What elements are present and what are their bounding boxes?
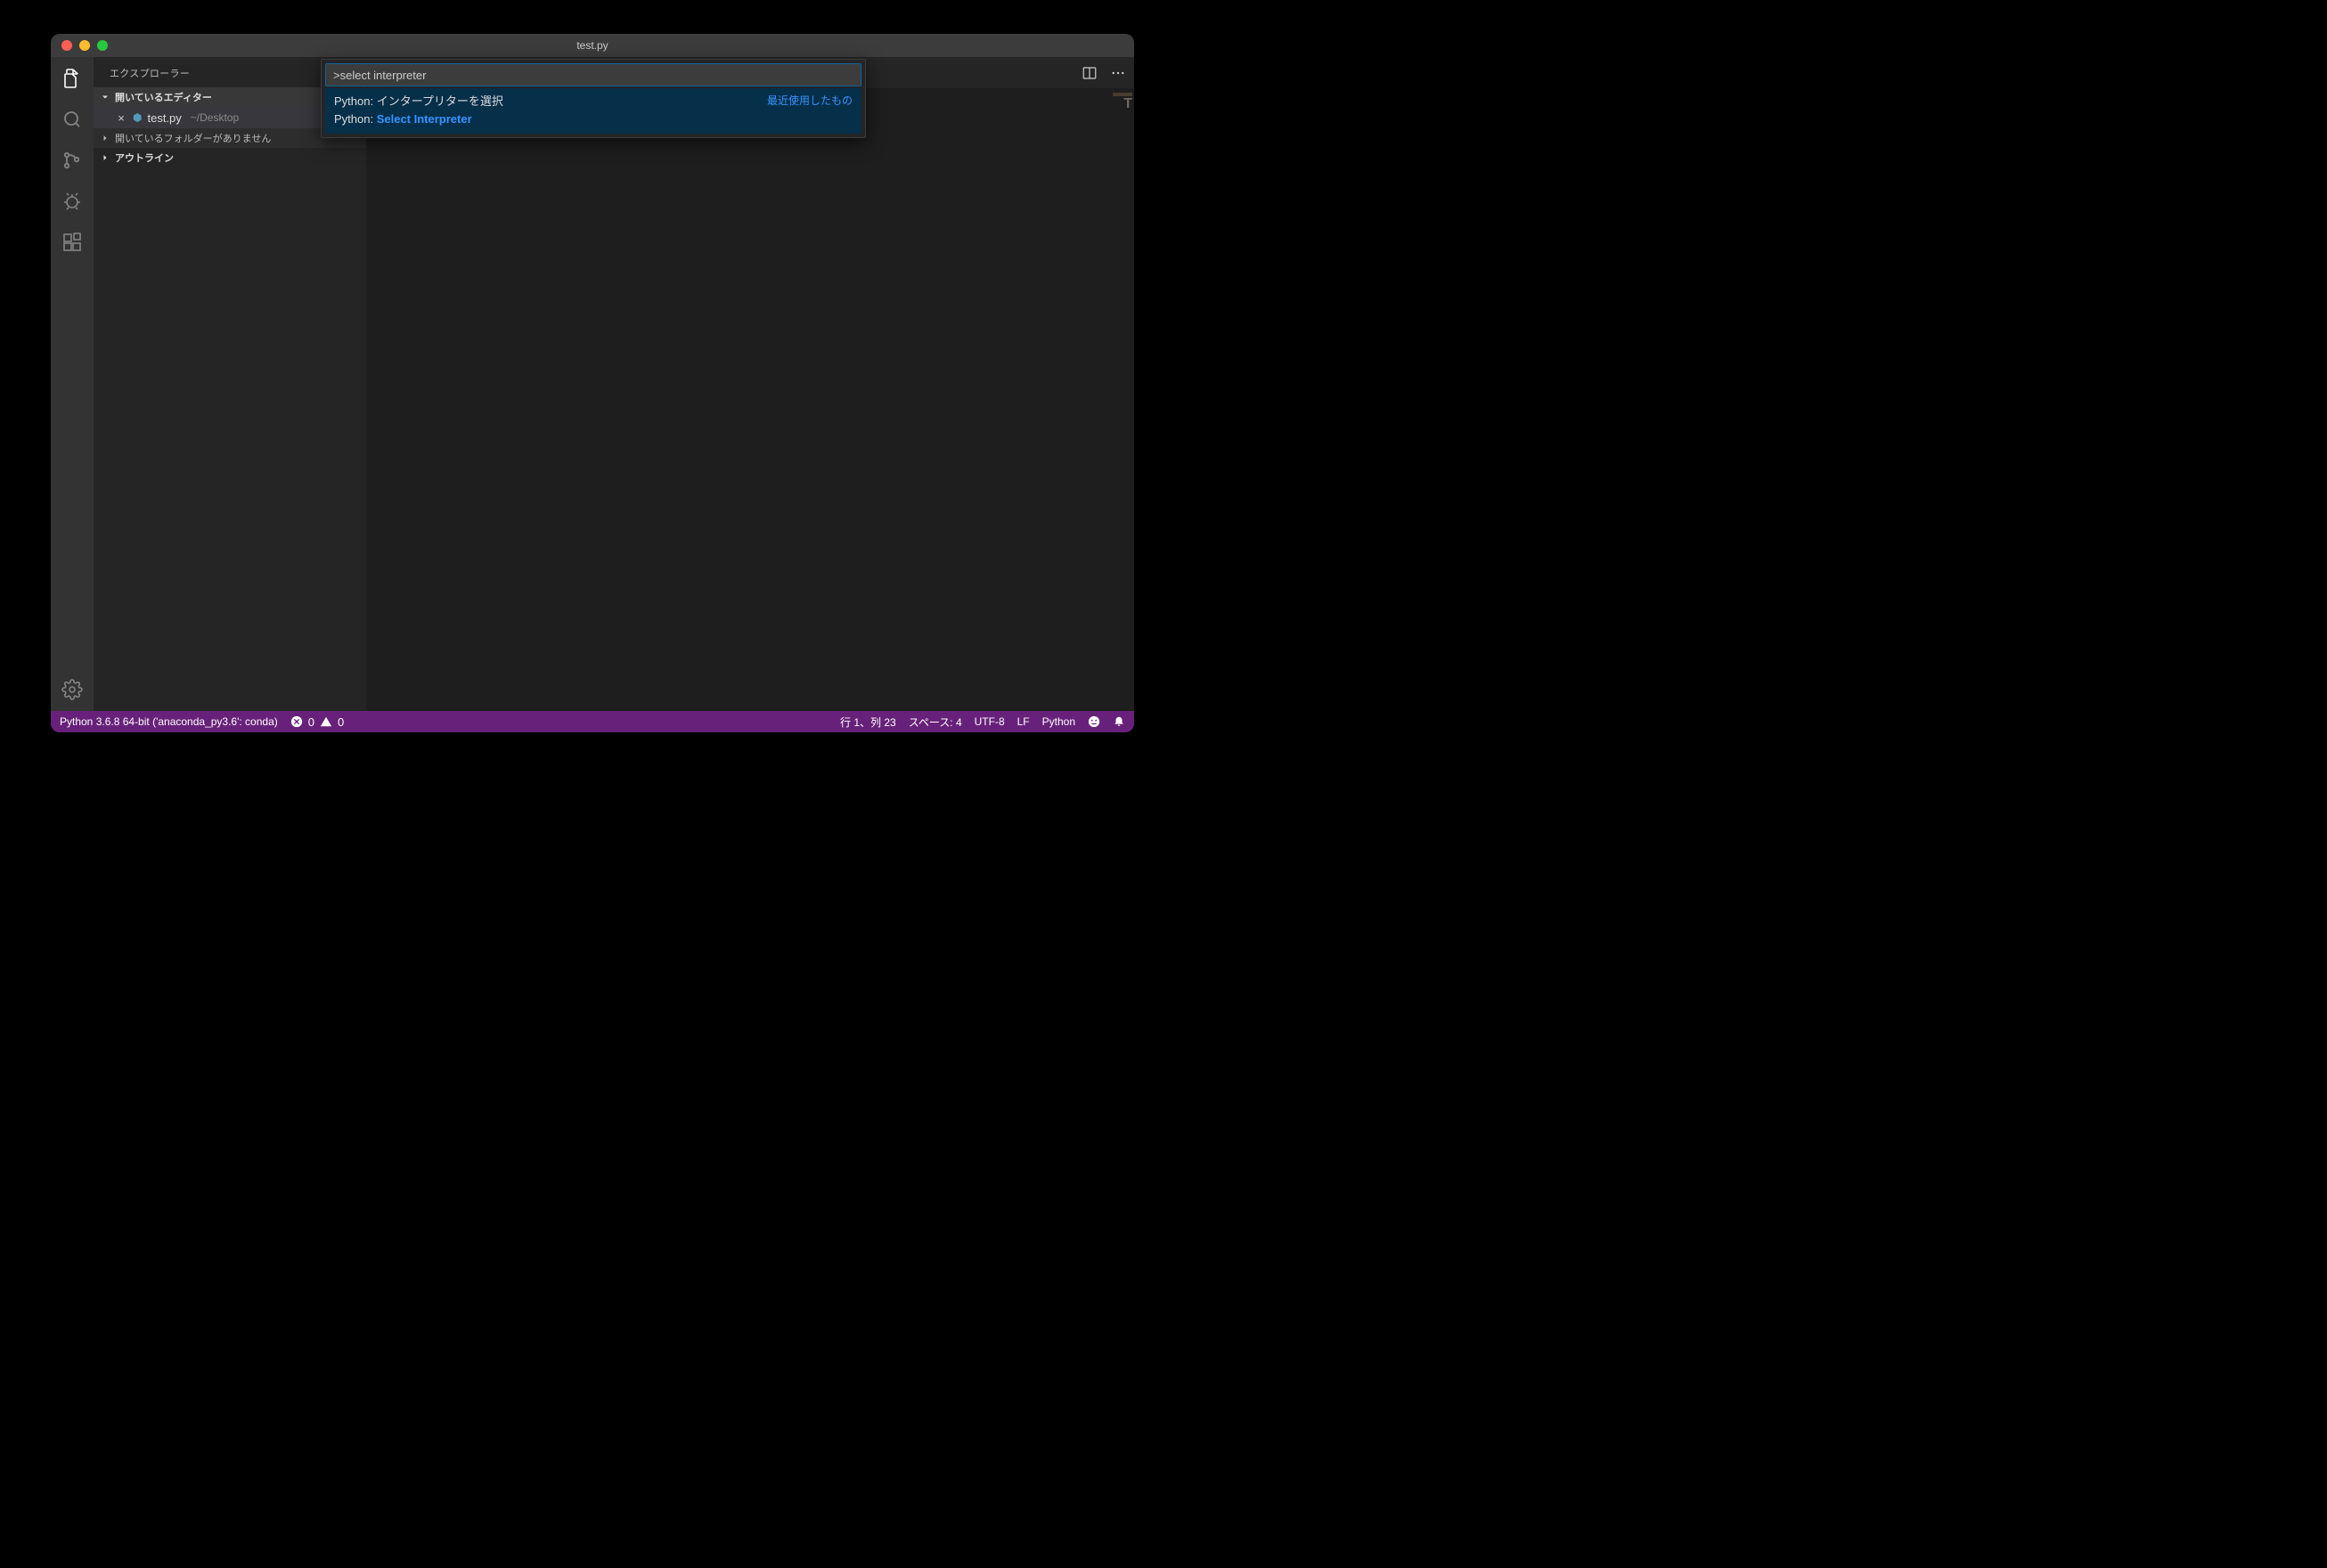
close-editor-icon[interactable]: × xyxy=(115,111,127,125)
outline-label: アウトライン xyxy=(115,151,174,165)
recently-used-label: 最近使用したもの xyxy=(767,93,853,108)
zoom-window-button[interactable] xyxy=(97,40,108,51)
chevron-right-icon xyxy=(99,132,111,144)
editor-area: T xyxy=(366,57,1134,711)
status-indent[interactable]: スペース: 4 xyxy=(909,715,962,730)
error-icon xyxy=(290,715,303,728)
settings-gear-icon[interactable] xyxy=(60,677,85,702)
source-control-icon[interactable] xyxy=(60,148,85,173)
status-bell-icon[interactable] xyxy=(1113,715,1125,728)
status-problems[interactable]: 0 0 xyxy=(290,715,344,729)
chevron-down-icon xyxy=(99,91,111,103)
open-editor-path: ~/Desktop xyxy=(191,111,239,124)
debug-icon[interactable] xyxy=(60,189,85,214)
search-icon[interactable] xyxy=(60,107,85,132)
result-line-en: Python: Select Interpreter xyxy=(334,110,853,128)
extensions-icon[interactable] xyxy=(60,230,85,255)
status-eol[interactable]: LF xyxy=(1017,715,1030,728)
close-window-button[interactable] xyxy=(61,40,72,51)
explorer-icon[interactable] xyxy=(60,66,85,91)
status-cursor[interactable]: 行 1、列 23 xyxy=(840,715,896,730)
traffic-lights xyxy=(51,40,108,51)
outline-header[interactable]: アウトライン xyxy=(94,148,366,167)
command-palette-result[interactable]: 最近使用したもの Python: インタープリターを選択 Python: Sel… xyxy=(325,88,861,134)
status-bar: Python 3.6.8 64-bit ('anaconda_py3.6': c… xyxy=(51,711,1134,732)
no-folder-label: 開いているフォルダーがありません xyxy=(115,131,271,145)
vscode-window: test.py エクスプローラー xyxy=(51,34,1134,732)
status-encoding[interactable]: UTF-8 xyxy=(975,715,1005,728)
open-editor-filename: test.py xyxy=(147,111,181,125)
window-title: test.py xyxy=(51,39,1134,52)
status-language[interactable]: Python xyxy=(1042,715,1075,728)
command-palette-input[interactable] xyxy=(325,63,861,86)
minimize-window-button[interactable] xyxy=(79,40,90,51)
open-editors-label: 開いているエディター xyxy=(115,90,212,104)
status-feedback-icon[interactable] xyxy=(1088,715,1100,728)
status-interpreter[interactable]: Python 3.6.8 64-bit ('anaconda_py3.6': c… xyxy=(60,715,278,728)
titlebar: test.py xyxy=(51,34,1134,57)
workbench-body: エクスプローラー 開いているエディター × ⬢ test.py ~/Deskto… xyxy=(51,57,1134,711)
split-editor-icon[interactable] xyxy=(1079,62,1100,84)
activity-bar xyxy=(51,57,94,711)
chevron-right-icon xyxy=(99,151,111,164)
warning-icon xyxy=(320,715,332,728)
python-file-icon: ⬢ xyxy=(133,111,142,124)
minimap-indicator: T xyxy=(1111,96,1134,112)
sidebar: エクスプローラー 開いているエディター × ⬢ test.py ~/Deskto… xyxy=(94,57,366,711)
command-palette: 最近使用したもの Python: インタープリターを選択 Python: Sel… xyxy=(321,59,866,138)
more-actions-icon[interactable] xyxy=(1107,62,1129,84)
minimap[interactable]: T xyxy=(1111,91,1134,112)
